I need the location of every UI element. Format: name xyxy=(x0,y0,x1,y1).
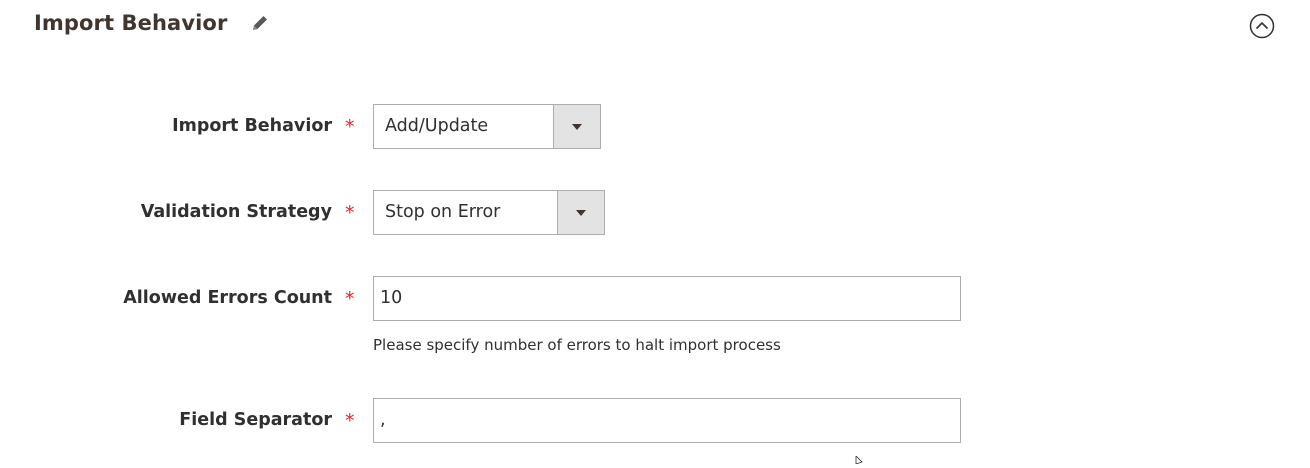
required-marker: * xyxy=(345,288,355,310)
section-header: Import Behavior xyxy=(34,6,271,40)
field-separator-row: Field Separator * xyxy=(0,398,1310,443)
field-separator-input[interactable] xyxy=(373,398,961,443)
chevron-up-circle-icon[interactable] xyxy=(1249,13,1275,39)
mouse-pointer-icon xyxy=(855,449,863,465)
section-title: Import Behavior xyxy=(34,11,228,35)
validation-strategy-select-value: Stop on Error xyxy=(385,202,501,222)
allowed-errors-count-label: Allowed Errors Count xyxy=(123,288,332,308)
validation-strategy-label: Validation Strategy xyxy=(140,202,332,222)
field-separator-label: Field Separator xyxy=(179,410,332,430)
allowed-errors-count-input[interactable] xyxy=(373,276,961,321)
caret-down-icon[interactable] xyxy=(557,191,604,234)
required-marker: * xyxy=(345,410,355,432)
required-marker: * xyxy=(345,202,355,224)
allowed-errors-count-note: Please specify number of errors to halt … xyxy=(373,336,781,354)
required-marker: * xyxy=(345,116,355,138)
caret-down-icon[interactable] xyxy=(553,105,600,148)
import-behavior-select-value: Add/Update xyxy=(385,116,489,136)
allowed-errors-count-row: Allowed Errors Count * xyxy=(0,276,1310,321)
import-behavior-select[interactable]: Add/Update xyxy=(373,104,601,149)
validation-strategy-row: Validation Strategy * Stop on Error xyxy=(0,190,1310,235)
validation-strategy-select[interactable]: Stop on Error xyxy=(373,190,605,235)
import-behavior-label: Import Behavior xyxy=(172,116,332,136)
import-behavior-row: Import Behavior * Add/Update xyxy=(0,104,1310,149)
pencil-icon[interactable] xyxy=(249,12,271,34)
